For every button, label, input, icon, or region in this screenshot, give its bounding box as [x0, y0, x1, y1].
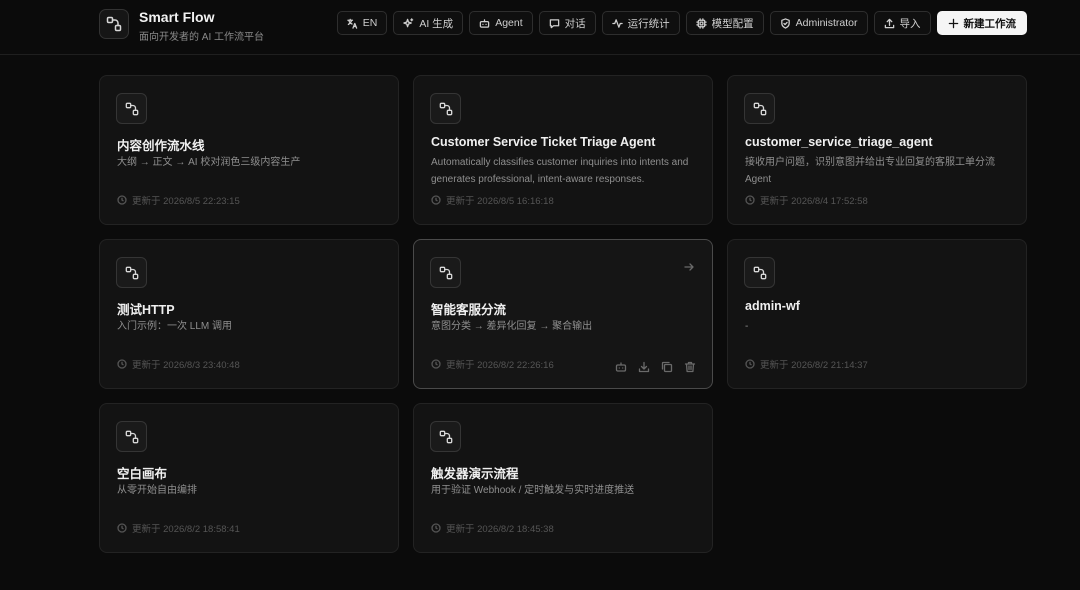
clock-icon [431, 195, 441, 205]
workflow-description: - [745, 321, 749, 332]
workflow-icon [430, 421, 461, 452]
workflow-icon [430, 257, 461, 288]
workflow-icon [116, 93, 147, 124]
updated-time-text: 更新于 2026/8/3 23:40:48 [132, 360, 240, 371]
chat-button[interactable]: 对话 [538, 11, 596, 35]
workflow-card[interactable]: 内容创作流水线大纲 → 正文 → AI 校对润色三级内容生产更新于 2026/8… [99, 75, 399, 225]
model-config-button[interactable]: 模型配置 [685, 11, 764, 35]
workflow-icon [430, 93, 461, 124]
app-subtitle: 面向开发者的 AI 工作流平台 [139, 32, 265, 43]
workflow-icon [744, 93, 775, 124]
workflow-title: 触发器演示流程 [431, 467, 519, 481]
language-toggle-button[interactable]: EN [336, 11, 388, 35]
clock-icon [117, 523, 127, 533]
workflow-grid: 内容创作流水线大纲 → 正文 → AI 校对润色三级内容生产更新于 2026/8… [99, 75, 1027, 553]
clock-icon [431, 359, 441, 369]
clock-icon [117, 359, 127, 369]
open-arrow-icon[interactable] [683, 260, 695, 272]
updated-time-text: 更新于 2026/8/5 16:16:18 [446, 196, 554, 207]
model-config-label: 模型配置 [711, 17, 754, 30]
workflow-icon [744, 257, 775, 288]
agent-button[interactable]: Agent [469, 11, 533, 35]
top-header: Smart Flow 面向开发者的 AI 工作流平台 EN AI 生成 Agen… [0, 0, 1080, 55]
workflow-description: 从零开始自由编排 [117, 485, 197, 496]
workflow-title: customer_service_triage_agent [745, 135, 933, 149]
workflow-card[interactable]: 智能客服分流意图分类 → 差异化回复 → 聚合输出更新于 2026/8/2 22… [413, 239, 713, 389]
chat-label: 对话 [564, 17, 586, 30]
download-icon[interactable] [638, 360, 650, 373]
upload-icon [884, 18, 894, 28]
toolbar: EN AI 生成 Agent 对话 运行统计 模型配置 Administrato… [336, 11, 1027, 35]
translate-icon [347, 18, 358, 29]
workflow-icon [116, 421, 147, 452]
clock-icon [745, 359, 755, 369]
workflow-title: admin-wf [745, 299, 800, 313]
updated-time-text: 更新于 2026/8/2 21:14:37 [760, 360, 868, 371]
workflow-title: 空白画布 [117, 467, 168, 481]
workflow-card[interactable]: 测试HTTP 入门示例：一次 LLM 调用更新于 2026/8/3 23:40:4… [99, 239, 399, 389]
updated-time-text: 更新于 2026/8/2 18:45:38 [446, 524, 554, 535]
clock-icon [745, 195, 755, 205]
workflow-updated: 更新于 2026/8/2 22:26:16 [431, 357, 554, 371]
user-name: Administrator [795, 17, 858, 29]
workflow-description: 入门示例：一次 LLM 调用 [117, 321, 233, 332]
run-stats-label: 运行统计 [627, 17, 670, 30]
workflow-card[interactable]: admin-wf - 更新于 2026/8/2 21:14:37 [727, 239, 1027, 389]
shield-icon [780, 17, 790, 29]
ai-generate-button[interactable]: AI 生成 [393, 11, 464, 35]
workflow-icon [116, 257, 147, 288]
ai-generate-label: AI 生成 [419, 17, 454, 30]
clock-icon [117, 195, 127, 205]
new-workflow-button[interactable]: 新建工作流 [936, 11, 1027, 35]
logo-workflow-icon [99, 9, 129, 39]
workflow-title: 内容创作流水线 [117, 139, 205, 153]
workflow-card[interactable]: Customer Service Ticket Triage Agent Auto… [413, 75, 713, 225]
card-actions [615, 360, 696, 373]
workflow-title: 智能客服分流 [431, 303, 507, 317]
workflow-updated: 更新于 2026/8/4 17:52:58 [745, 193, 868, 207]
updated-time-text: 更新于 2026/8/2 22:26:16 [446, 360, 554, 371]
workflow-updated: 更新于 2026/8/2 18:45:38 [431, 521, 554, 535]
sparkle-icon [403, 17, 414, 27]
bot-icon [479, 18, 490, 28]
updated-time-text: 更新于 2026/8/2 18:58:41 [132, 524, 240, 535]
copy-icon[interactable] [661, 360, 673, 373]
plus-icon [948, 18, 958, 28]
workflow-description: Automatically classifies customer inquir… [431, 157, 689, 185]
run-stats-button[interactable]: 运行统计 [601, 11, 680, 35]
app-title: Smart Flow [139, 9, 215, 25]
workflow-description: 大纲 → 正文 → AI 校对润色三级内容生产 [117, 157, 301, 168]
import-button[interactable]: 导入 [873, 11, 931, 35]
agent-bot-icon[interactable] [615, 360, 627, 372]
workflow-description: 意图分类 → 差异化回复 → 聚合输出 [431, 321, 593, 332]
clock-icon [431, 523, 441, 533]
workflow-title: 测试HTTP [117, 303, 175, 317]
workflow-card[interactable]: 空白画布从零开始自由编排更新于 2026/8/2 18:58:41 [99, 403, 399, 553]
new-workflow-label: 新建工作流 [963, 17, 1017, 30]
workflow-card[interactable]: 触发器演示流程用于验证 Webhook / 定时触发与实时进度推送更新于 202… [413, 403, 713, 553]
workflow-title: Customer Service Ticket Triage Agent [431, 135, 656, 149]
workflow-updated: 更新于 2026/8/3 23:40:48 [117, 357, 240, 371]
cpu-icon [695, 17, 707, 29]
workflow-updated: 更新于 2026/8/5 16:16:18 [431, 193, 554, 207]
workflow-updated: 更新于 2026/8/2 18:58:41 [117, 521, 240, 535]
language-label: EN [362, 17, 378, 29]
workflow-updated: 更新于 2026/8/5 22:23:15 [117, 193, 240, 207]
agent-label: Agent [495, 17, 523, 29]
updated-time-text: 更新于 2026/8/4 17:52:58 [760, 196, 868, 207]
workflow-description: 用于验证 Webhook / 定时触发与实时进度推送 [431, 485, 635, 496]
import-label: 导入 [899, 17, 921, 30]
activity-icon [611, 18, 623, 28]
user-menu-button[interactable]: Administrator [769, 11, 868, 35]
workflow-card[interactable]: customer_service_triage_agent 接收用户问题，识别意图… [727, 75, 1027, 225]
message-icon [549, 18, 559, 28]
workflow-updated: 更新于 2026/8/2 21:14:37 [745, 357, 868, 371]
workflow-description: 接收用户问题，识别意图并给出专业回复的客服工单分流 Agent [745, 157, 995, 185]
delete-icon[interactable] [684, 360, 696, 373]
updated-time-text: 更新于 2026/8/5 22:23:15 [132, 196, 240, 207]
